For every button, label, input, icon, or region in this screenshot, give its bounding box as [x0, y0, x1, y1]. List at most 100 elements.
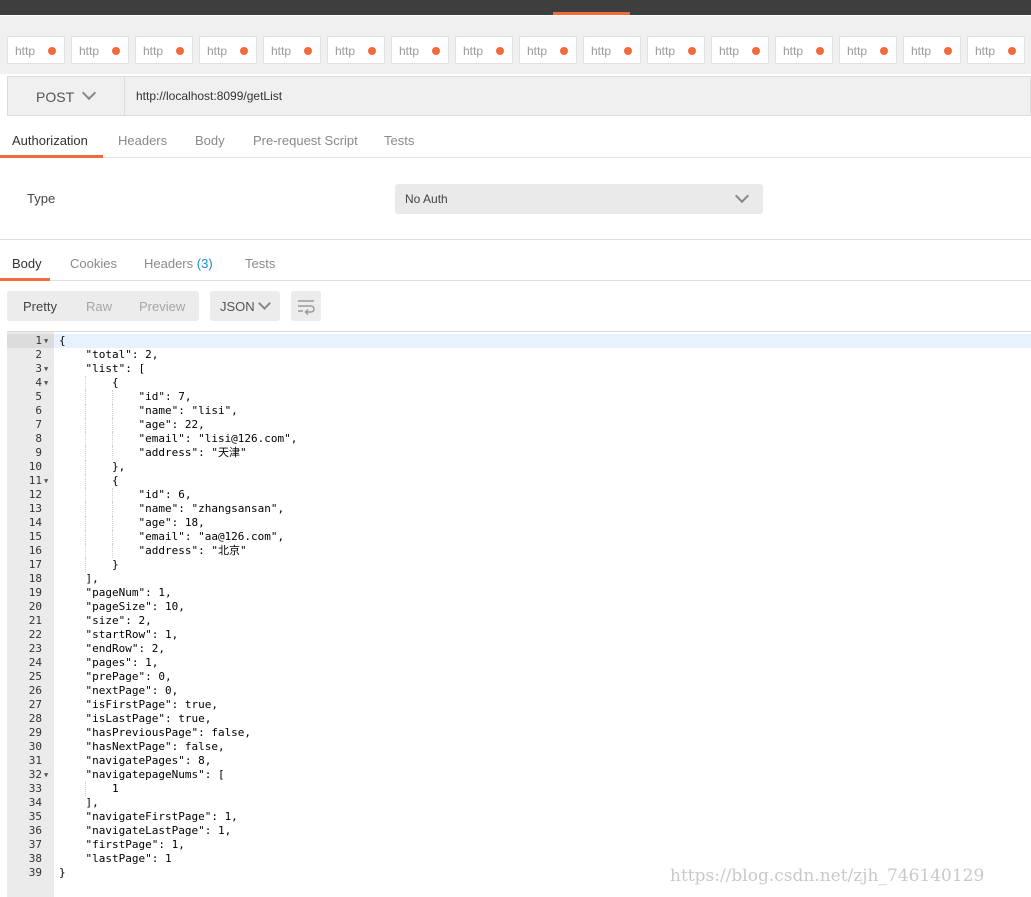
code-text: "prePage": 0,	[59, 670, 172, 683]
code-text: {	[59, 334, 66, 347]
request-tab[interactable]: http	[711, 36, 769, 64]
code-line: 35 "navigateFirstPage": 1,	[7, 810, 1031, 824]
request-tab[interactable]: http	[519, 36, 577, 64]
tab-response-body[interactable]: Body	[12, 256, 42, 271]
request-tab[interactable]: http	[903, 36, 961, 64]
code-line: 8 "email": "lisi@126.com",	[7, 432, 1031, 446]
code-text: ],	[59, 572, 99, 585]
request-tab-label: http	[975, 44, 996, 58]
preview-button[interactable]: Preview	[139, 299, 185, 314]
code-line: 16 "address": "北京"	[7, 544, 1031, 558]
fold-toggle-icon[interactable]: ▼	[44, 334, 48, 348]
unsaved-dot-icon	[112, 47, 120, 55]
code-line: 3 ▼ "list": [	[7, 362, 1031, 376]
line-number: 33	[28, 782, 42, 795]
code-text: "hasNextPage": false,	[59, 740, 225, 753]
auth-type-select[interactable]: No Auth	[395, 184, 763, 214]
auth-type-label: Type	[27, 191, 56, 206]
chevron-down-icon	[734, 188, 750, 204]
code-line: 12 "id": 6,	[7, 488, 1031, 502]
request-tab-label: http	[719, 44, 740, 58]
code-line: 34 ],	[7, 796, 1031, 810]
request-tab-label: http	[847, 44, 868, 58]
title-bar	[0, 0, 1031, 15]
code-line: 6 "name": "lisi",	[7, 404, 1031, 418]
request-tab[interactable]: http	[71, 36, 129, 64]
code-text: "endRow": 2,	[59, 642, 165, 655]
watermark: https://blog.csdn.net/zjh_746140129	[670, 866, 985, 886]
line-number: 27	[28, 698, 42, 711]
tab-response-headers[interactable]: Headers (3)	[144, 256, 213, 271]
code-text: }	[59, 558, 119, 571]
line-number: 34	[28, 796, 42, 809]
request-tab[interactable]: http	[967, 36, 1025, 64]
request-tab-label: http	[79, 44, 100, 58]
code-line: 24 "pages": 1,	[7, 656, 1031, 670]
request-tab[interactable]: http	[199, 36, 257, 64]
code-line: 1 ▼ {	[7, 334, 1031, 348]
url-input[interactable]: http://localhost:8099/getList	[136, 89, 282, 103]
format-select[interactable]: JSON	[210, 291, 280, 321]
code-text: "id": 7,	[59, 390, 192, 403]
line-number: 11	[28, 474, 42, 487]
fold-toggle-icon[interactable]: ▼	[44, 474, 48, 488]
tab-response-tests[interactable]: Tests	[245, 256, 275, 271]
code-line: 20 "pageSize": 10,	[7, 600, 1031, 614]
code-line: 28 "isLastPage": true,	[7, 712, 1031, 726]
pretty-button[interactable]: Pretty	[23, 299, 57, 314]
unsaved-dot-icon	[944, 47, 952, 55]
code-text: 1	[59, 782, 119, 795]
code-text: "total": 2,	[59, 348, 159, 361]
request-tab-label: http	[15, 44, 36, 58]
request-tab[interactable]: http	[327, 36, 385, 64]
format-value: JSON	[220, 299, 255, 314]
tab-headers[interactable]: Headers	[118, 133, 167, 148]
request-tab[interactable]: http	[455, 36, 513, 64]
request-tab-label: http	[399, 44, 420, 58]
request-section-tabs: Authorization Headers Body Pre-request S…	[0, 122, 1031, 158]
code-text: "pageNum": 1,	[59, 586, 172, 599]
line-number: 4	[35, 376, 42, 389]
raw-button[interactable]: Raw	[86, 299, 112, 314]
code-text: },	[59, 460, 126, 473]
fold-toggle-icon[interactable]: ▼	[44, 768, 48, 782]
request-tab[interactable]: http	[135, 36, 193, 64]
line-number: 13	[28, 502, 42, 515]
tab-body[interactable]: Body	[195, 133, 225, 148]
request-tab[interactable]: http	[647, 36, 705, 64]
line-number: 7	[35, 418, 42, 431]
code-line: 26 "nextPage": 0,	[7, 684, 1031, 698]
tab-tests[interactable]: Tests	[384, 133, 414, 148]
code-line: 14 "age": 18,	[7, 516, 1031, 530]
tab-authorization[interactable]: Authorization	[12, 133, 88, 148]
line-number: 2	[35, 348, 42, 361]
unsaved-dot-icon	[880, 47, 888, 55]
wrap-lines-button[interactable]	[291, 291, 321, 321]
fold-toggle-icon[interactable]: ▼	[44, 362, 48, 376]
unsaved-dot-icon	[688, 47, 696, 55]
request-tab[interactable]: http	[7, 36, 65, 64]
request-tab-label: http	[911, 44, 932, 58]
response-tabs: Body Cookies Headers (3) Tests	[0, 244, 1031, 281]
code-lines: 1 ▼{2 "total": 2, 3 ▼ "list": [4 ▼ {5 "id": …	[7, 334, 1031, 880]
tab-pre-request-script[interactable]: Pre-request Script	[253, 133, 358, 148]
code-line: 29 "hasPreviousPage": false,	[7, 726, 1031, 740]
fold-toggle-icon[interactable]: ▼	[44, 376, 48, 390]
code-line: 10 },	[7, 460, 1031, 474]
request-tab-label: http	[207, 44, 228, 58]
request-tab[interactable]: http	[775, 36, 833, 64]
request-tab[interactable]: http	[263, 36, 321, 64]
request-tab-label: http	[783, 44, 804, 58]
response-editor[interactable]: 1 ▼{2 "total": 2, 3 ▼ "list": [4 ▼ {5 "id": …	[7, 331, 1031, 897]
code-line: 25 "prePage": 0,	[7, 670, 1031, 684]
code-line: 5 "id": 7,	[7, 390, 1031, 404]
tab-cookies[interactable]: Cookies	[70, 256, 117, 271]
request-tabs-bar: http http http http http http http http http http…	[0, 16, 1031, 74]
request-tab[interactable]: http	[391, 36, 449, 64]
unsaved-dot-icon	[304, 47, 312, 55]
method-select[interactable]: POST	[8, 77, 125, 115]
line-number: 12	[28, 488, 42, 501]
request-tab[interactable]: http	[583, 36, 641, 64]
request-tab[interactable]: http	[839, 36, 897, 64]
request-tab-label: http	[143, 44, 164, 58]
